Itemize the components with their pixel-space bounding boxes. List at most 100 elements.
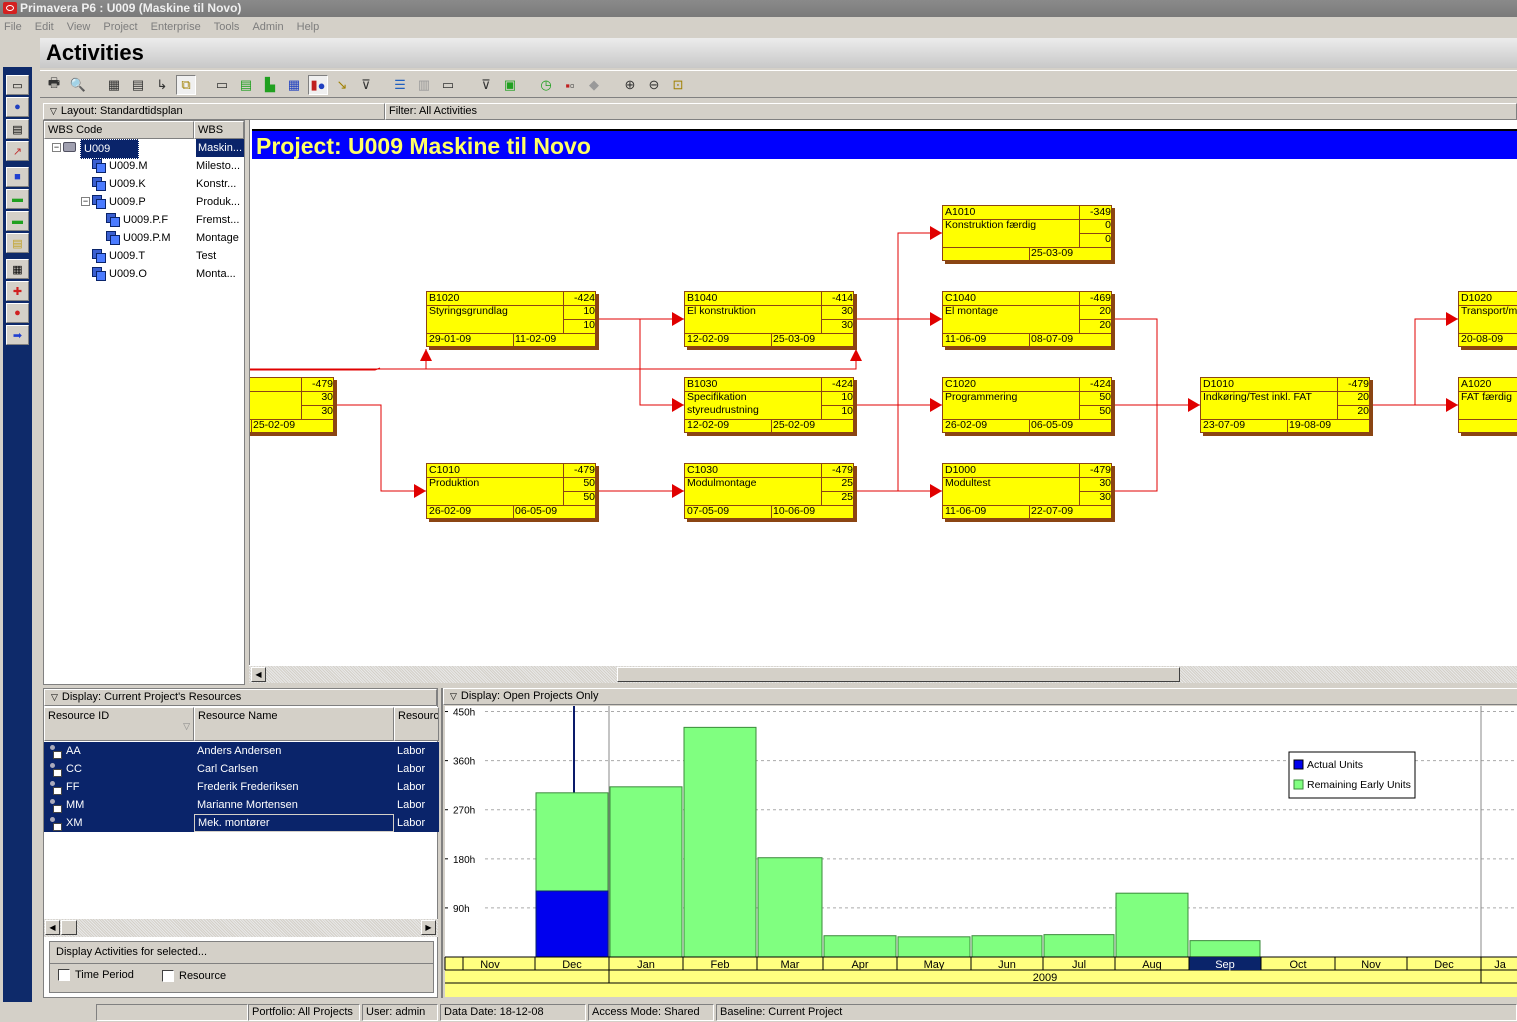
reports-icon[interactable]: ▤ — [6, 119, 29, 139]
wps-docs-icon[interactable]: ▤ — [6, 233, 29, 253]
collapse-toggle-icon[interactable]: − — [52, 143, 61, 152]
profile-display-bar[interactable]: ▽ Display: Open Projects Only — [443, 688, 1517, 705]
activity-box-divider — [301, 405, 335, 406]
resource-id: AA — [66, 745, 81, 757]
bars-icon[interactable]: ▭ — [438, 75, 458, 95]
activity-network[interactable]: Project: U009 Maskine til Novo -479ktion… — [249, 120, 1517, 665]
resources-icon[interactable]: ● — [6, 97, 29, 117]
scroll-left-button[interactable]: ◀ — [251, 667, 266, 682]
columns-icon[interactable]: ▥ — [414, 75, 434, 95]
menu-admin[interactable]: Admin — [252, 21, 283, 33]
activity-box[interactable]: D1010 -479 Indkøring/Test inkl. FAT 20 20 23-… — [1200, 377, 1371, 433]
resource-row[interactable]: XM Mek. montører Labor — [44, 814, 439, 832]
print-preview-icon[interactable]: 🔍 — [68, 75, 88, 95]
wbs-tree-row[interactable]: U009.T Test — [44, 247, 244, 265]
collapse-icon[interactable]: ◆ — [584, 75, 604, 95]
group-sort-icon[interactable]: ☰ — [390, 75, 410, 95]
activity-box-divider — [563, 292, 564, 333]
activity-box[interactable]: D1000 -479 Modultest 30 30 11-06-09 22-07-09 — [942, 463, 1113, 519]
tracking-icon[interactable]: ↗ — [6, 141, 29, 161]
column-header-resource-id[interactable]: Resource ID ▽ — [44, 707, 194, 741]
filter-icon[interactable]: ⊽ — [476, 75, 496, 95]
wbs-tree-row[interactable]: U009.P.M Montage — [44, 229, 244, 247]
risks-icon[interactable]: ● — [6, 303, 29, 323]
menu-help[interactable]: Help — [297, 21, 320, 33]
column-header-wbs-name[interactable]: WBS N... — [194, 121, 244, 152]
activity-network-icon[interactable]: ⧉ — [176, 75, 196, 95]
layout-name: Layout: Standardtidsplan — [60, 105, 183, 117]
activity-box[interactable]: B1030 -424 Specifikation styreudrustning 10… — [684, 377, 855, 433]
resource-row[interactable]: CC Carl Carlsen Labor — [44, 760, 439, 778]
projects-icon[interactable]: ▭ — [6, 75, 29, 95]
menu-view[interactable]: View — [67, 21, 91, 33]
bottom-layout-icon[interactable]: ▭ — [212, 75, 232, 95]
menu-tools[interactable]: Tools — [214, 21, 240, 33]
trace-logic-icon[interactable]: ↘ — [332, 75, 352, 95]
resource-usage-profile-icon[interactable]: ▮ ● — [308, 75, 328, 95]
resource-row[interactable]: MM Marianne Mortensen Labor — [44, 796, 439, 814]
layout-icon[interactable]: ▣ — [500, 75, 520, 95]
resource-profile-icon[interactable]: ▙ — [260, 75, 280, 95]
menu-edit[interactable]: Edit — [35, 21, 54, 33]
checkbox[interactable] — [58, 969, 70, 982]
activity-box[interactable]: C1030 -479 Modulmontage 25 25 07-05-09 10-06-0… — [684, 463, 855, 519]
menu-file[interactable]: File — [4, 21, 22, 33]
thresholds-icon[interactable]: ▦ — [6, 259, 29, 279]
column-header-resource-name[interactable]: Resource Name — [194, 707, 394, 741]
wbs-tree-row[interactable]: U009.K Konstr... — [44, 175, 244, 193]
activity-box[interactable]: C1020 -424 Programmering 50 50 26-02-09 06-05-… — [942, 377, 1113, 433]
scrollbar-thumb[interactable] — [617, 667, 1180, 682]
scroll-left-button[interactable]: ◀ — [45, 920, 60, 935]
scrollbar-thumb[interactable] — [61, 920, 77, 935]
activity-box[interactable]: D1020 Transport/m 20-08-09 — [1458, 291, 1517, 347]
activity-table-icon[interactable]: ▦ — [104, 75, 124, 95]
resource-profile-chart[interactable]: 90h 180h 270h 360h 450h Nov Dec Jan Feb Mar Apr May… — [443, 706, 1517, 998]
menu-project[interactable]: Project — [103, 21, 137, 33]
checkbox[interactable] — [162, 970, 174, 983]
print-icon[interactable]: 🖶 — [44, 75, 64, 95]
activity-box[interactable]: B1040 -414 El konstruktion 30 30 12-02-09 25-0… — [684, 291, 855, 347]
wbs-tree-row[interactable]: − U009 Maskin... — [44, 139, 244, 159]
zoom-out-icon[interactable]: ⊖ — [644, 75, 664, 95]
activity-box[interactable]: B1020 -424 Styringsgrundlag 10 10 29-01-09 11-… — [426, 291, 597, 347]
activity-details-icon[interactable]: ▤ — [236, 75, 256, 95]
collapse-toggle-icon[interactable]: − — [81, 197, 90, 206]
resource-usage-icon[interactable]: ▦ — [284, 75, 304, 95]
month-label: Sep — [1215, 959, 1235, 971]
wbs-icon[interactable]: ■ — [6, 167, 29, 187]
assignments-icon[interactable]: ▬ — [6, 211, 29, 231]
network-horizontal-scrollbar[interactable]: ◀ — [249, 665, 1517, 683]
wbs-name: Test — [196, 250, 217, 262]
schedule-icon[interactable]: ◷ — [536, 75, 556, 95]
portfolio-icon[interactable]: ➡ — [6, 325, 29, 345]
wbs-tree-row[interactable]: U009.O Monta... — [44, 265, 244, 283]
layout-bar[interactable]: ▽ Layout: Standardtidsplan — [43, 103, 385, 120]
resource-row[interactable]: AA Anders Andersen Labor — [44, 742, 439, 760]
wbs-tree-row[interactable]: − U009.P Produk... — [44, 193, 244, 211]
column-header-wbs-code[interactable]: WBS Code — [44, 121, 194, 139]
menu-enterprise[interactable]: Enterprise — [151, 21, 201, 33]
level-resources-icon[interactable]: ▪ ▫ — [560, 75, 580, 95]
activity-box[interactable]: -479 ktion 30 30 25-02-09 — [250, 377, 335, 433]
scroll-right-button[interactable]: ▶ — [421, 920, 436, 935]
resources-display-bar[interactable]: ▽ Display: Current Project's Resources — [44, 689, 437, 706]
activities-icon[interactable]: ▬ — [6, 189, 29, 209]
resource-checkbox[interactable]: Resource — [162, 970, 226, 983]
activity-box[interactable]: A1020 FAT færdig — [1458, 377, 1517, 433]
activity-box[interactable]: C1040 -469 El montage 20 20 11-06-09 08-07-09 — [942, 291, 1113, 347]
issues-icon[interactable]: ✚ — [6, 281, 29, 301]
zoom-in-icon[interactable]: ⊕ — [620, 75, 640, 95]
wbs-tree-row[interactable]: U009.P.F Fremst... — [44, 211, 244, 229]
gantt-chart-icon[interactable]: ▤ — [128, 75, 148, 95]
column-header-resource-type[interactable]: Resourc — [394, 707, 439, 741]
zoom-fit-icon[interactable]: ⊡ — [668, 75, 688, 95]
relationship-icon[interactable]: ↳ — [152, 75, 172, 95]
activity-id: D1000 — [945, 464, 976, 476]
activity-box[interactable]: A1010 -349 Konstruktion færdig 0 0 25-03-09 — [942, 205, 1113, 261]
activity-box[interactable]: C1010 -479 Produktion 50 50 26-02-09 06-05-09 — [426, 463, 597, 519]
time-period-checkbox[interactable]: Time Period — [58, 969, 134, 982]
wbs-tree-row[interactable]: U009.M Milesto... — [44, 157, 244, 175]
resource-row[interactable]: FF Frederik Frederiksen Labor — [44, 778, 439, 796]
resources-horizontal-scrollbar[interactable]: ◀ ▶ — [44, 919, 438, 937]
wbs-group-icon[interactable]: ⊽ — [356, 75, 376, 95]
